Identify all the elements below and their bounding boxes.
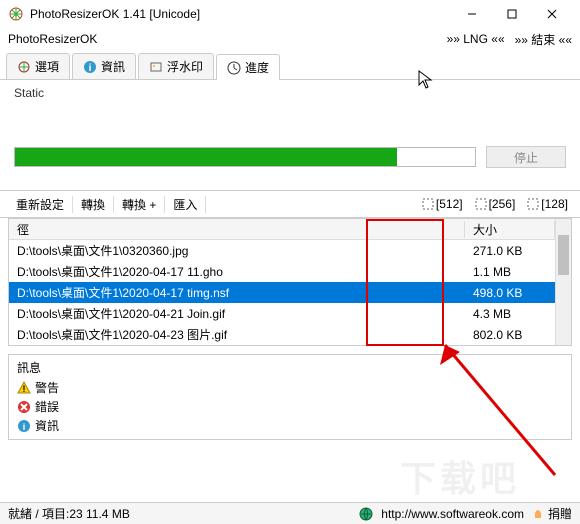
- menu-end[interactable]: »» 結束 ««: [515, 31, 572, 48]
- error-icon: [17, 400, 31, 414]
- table-row[interactable]: D:\tools\桌面\文件1\0320360.jpg271.0 KB: [9, 240, 555, 261]
- cell-size: 498.0 KB: [465, 286, 555, 300]
- cell-size: 271.0 KB: [465, 244, 555, 258]
- info-icon: i: [83, 60, 97, 74]
- menu-app[interactable]: PhotoResizerOK: [8, 32, 97, 46]
- statusbar: 就緒 / 項目:23 11.4 MB http://www.softwareok…: [0, 502, 580, 524]
- minimize-button[interactable]: [452, 0, 492, 28]
- info-error: 錯誤: [17, 397, 563, 416]
- table-row[interactable]: D:\tools\桌面\文件1\2020-04-23 图片.gif802.0 K…: [9, 324, 555, 345]
- tab-bar: 選項 i 資訊 浮水印 進度: [0, 52, 580, 80]
- file-table: 徑 大小 D:\tools\桌面\文件1\0320360.jpg271.0 KB…: [8, 218, 572, 346]
- table-header: 徑 大小: [9, 219, 555, 240]
- toolbar: 重新設定 轉換 轉換 + 匯入 [512] [256] [128]: [0, 190, 580, 218]
- zoom-256[interactable]: [256]: [471, 197, 520, 211]
- cell-size: 802.0 KB: [465, 328, 555, 342]
- info-detail: i 資訊: [17, 416, 563, 435]
- toolbar-convert[interactable]: 轉換: [73, 196, 114, 213]
- table-row[interactable]: D:\tools\桌面\文件1\2020-04-17 11.gho1.1 MB: [9, 261, 555, 282]
- menubar: PhotoResizerOK »» LNG «« »» 結束 ««: [0, 28, 580, 50]
- static-label: Static: [0, 80, 580, 106]
- status-url[interactable]: http://www.softwareok.com: [381, 507, 524, 521]
- tab-options[interactable]: 選項: [6, 53, 70, 79]
- maximize-button[interactable]: [492, 0, 532, 28]
- info-panel: 訊息 ! 警告 錯誤 i 資訊: [8, 354, 572, 440]
- table-row[interactable]: D:\tools\桌面\文件1\2020-04-17 timg.nsf498.0…: [9, 282, 555, 303]
- toolbar-convert-plus[interactable]: 轉換 +: [114, 196, 165, 213]
- tab-progress[interactable]: 進度: [216, 54, 280, 80]
- col-header-size[interactable]: 大小: [465, 221, 555, 238]
- info-warning: ! 警告: [17, 378, 563, 397]
- watermark-text: 下载吧: [400, 450, 520, 502]
- info-small-icon: i: [17, 419, 31, 433]
- target-icon: [527, 198, 539, 210]
- donate-icon: [532, 508, 544, 520]
- cursor-icon: [418, 70, 434, 90]
- globe-icon: [359, 507, 373, 521]
- progress-bar: [14, 147, 476, 167]
- svg-text:!: !: [23, 384, 26, 394]
- zoom-128[interactable]: [128]: [523, 197, 572, 211]
- tab-progress-label: 進度: [245, 59, 269, 76]
- tab-info-label: 資訊: [101, 58, 125, 75]
- target-icon: [422, 198, 434, 210]
- toolbar-import[interactable]: 匯入: [165, 196, 206, 213]
- cell-size: 1.1 MB: [465, 265, 555, 279]
- annotation-box-size: [366, 219, 444, 346]
- status-text: 就緒 / 項目:23 11.4 MB: [8, 505, 130, 522]
- target-icon: [475, 198, 487, 210]
- menu-lang[interactable]: »» LNG ««: [447, 32, 505, 46]
- svg-text:i: i: [23, 422, 26, 432]
- titlebar: PhotoResizerOK 1.41 [Unicode]: [0, 0, 580, 28]
- table-row[interactable]: D:\tools\桌面\文件1\2020-04-21 Join.gif4.3 M…: [9, 303, 555, 324]
- clock-icon: [227, 61, 241, 75]
- zoom-512[interactable]: [512]: [418, 197, 467, 211]
- tab-info[interactable]: i 資訊: [72, 53, 136, 79]
- scroll-thumb[interactable]: [558, 235, 569, 275]
- info-title: 訊息: [17, 359, 563, 378]
- stop-button[interactable]: 停止: [486, 146, 566, 168]
- close-button[interactable]: [532, 0, 572, 28]
- scrollbar-vertical[interactable]: [555, 219, 571, 345]
- tab-watermark-label: 浮水印: [167, 58, 203, 75]
- status-donate[interactable]: 捐贈: [548, 505, 572, 522]
- app-icon: [8, 6, 24, 22]
- window-title: PhotoResizerOK 1.41 [Unicode]: [30, 7, 452, 21]
- warning-icon: !: [17, 381, 31, 395]
- options-icon: [17, 60, 31, 74]
- progress-fill: [15, 148, 397, 166]
- toolbar-reset[interactable]: 重新設定: [8, 196, 73, 213]
- cell-size: 4.3 MB: [465, 307, 555, 321]
- watermark-icon: [149, 60, 163, 74]
- tab-options-label: 選項: [35, 58, 59, 75]
- tab-watermark[interactable]: 浮水印: [138, 53, 214, 79]
- svg-text:i: i: [89, 63, 92, 74]
- progress-area: 停止: [0, 106, 580, 182]
